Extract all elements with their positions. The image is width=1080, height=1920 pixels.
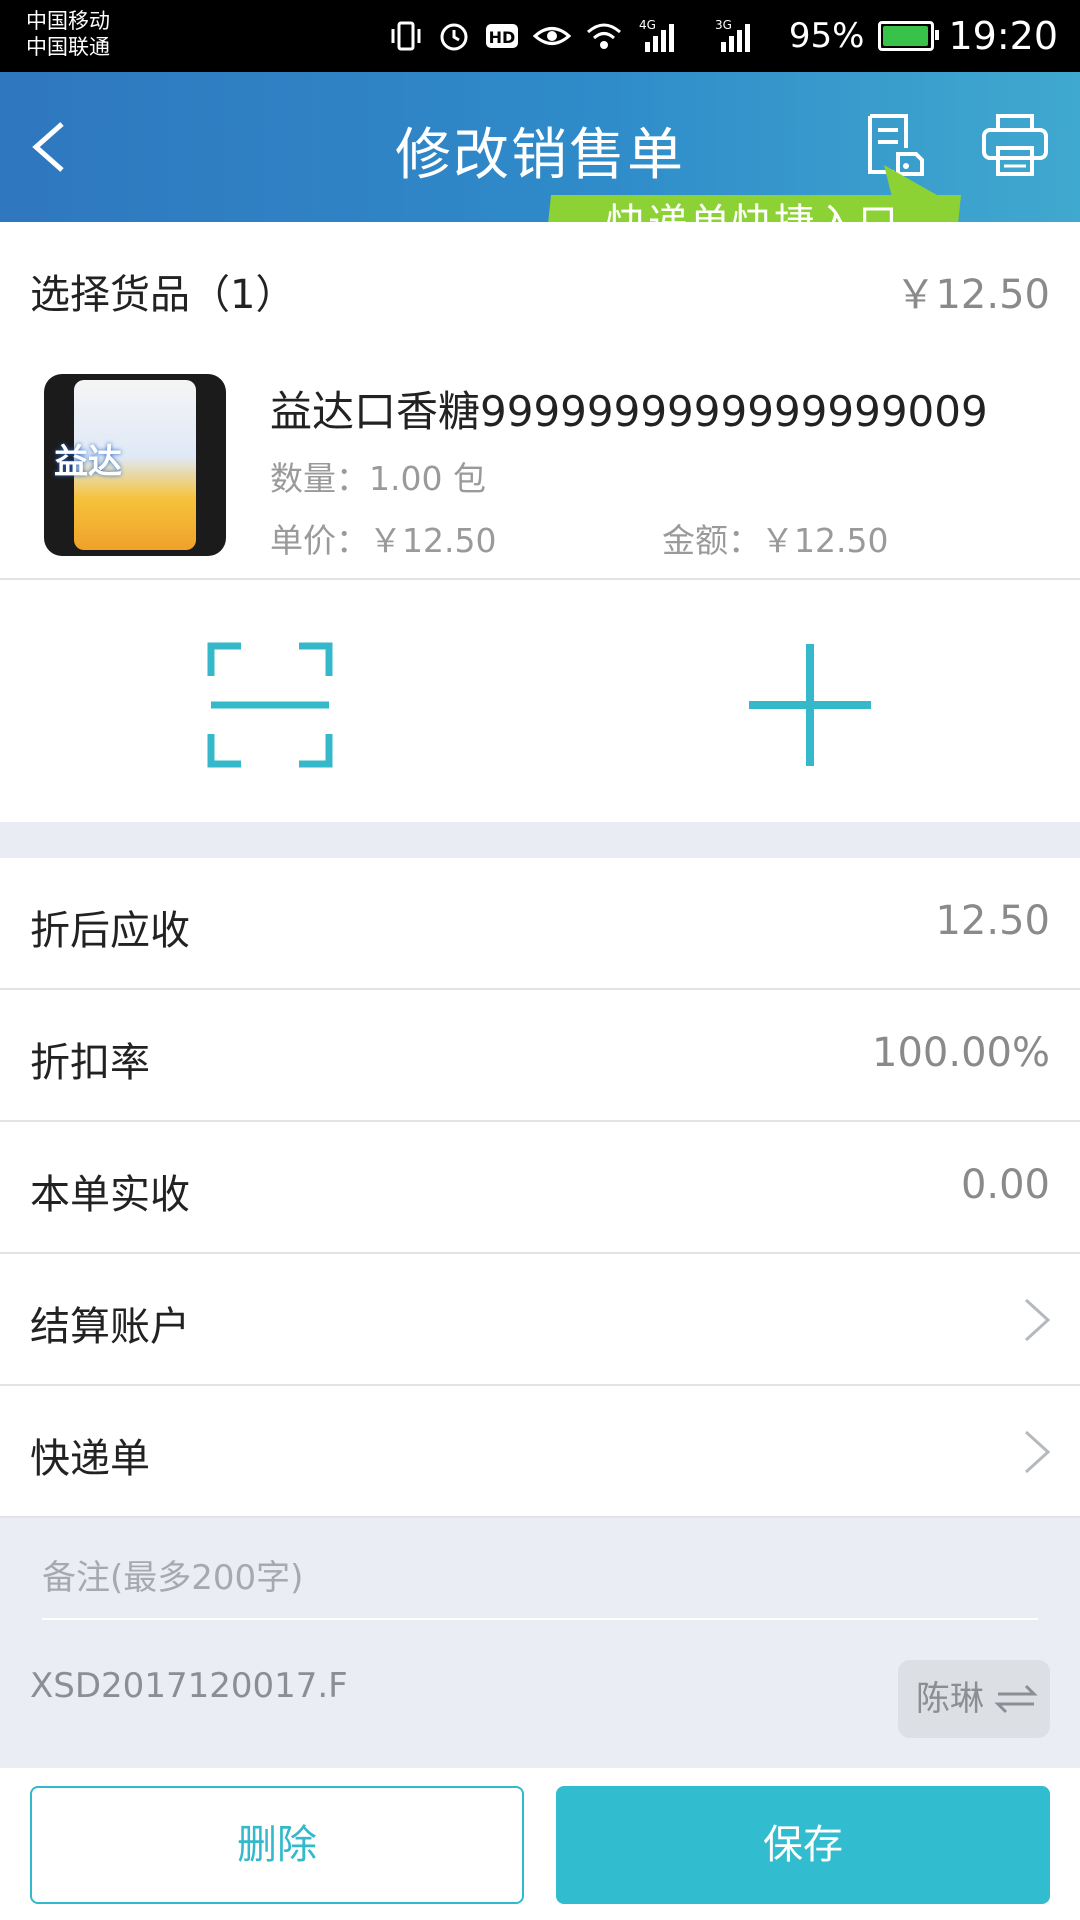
eye-icon <box>532 21 571 51</box>
status-icons: HD 4G 3G 95% 19:20 <box>389 10 1058 62</box>
battery-percent: 95% <box>788 16 865 56</box>
remark-section: 备注(最多200字) XSD2017120017.F 陈琳 <box>0 1518 1080 1768</box>
goods-total: ￥12.50 <box>895 272 1050 318</box>
printer-icon <box>982 114 1048 176</box>
svg-text:HD: HD <box>489 28 516 47</box>
swap-icon <box>994 1684 1038 1714</box>
vibrate-icon <box>389 19 423 53</box>
settlement-account-row[interactable]: 结算账户 <box>0 1254 1080 1386</box>
chevron-right-icon <box>1024 1430 1051 1474</box>
actual-received-value[interactable]: 0.00 <box>961 1162 1050 1208</box>
save-button[interactable]: 保存 <box>556 1786 1050 1904</box>
chevron-right-icon <box>1024 1298 1051 1342</box>
footer-actions: 删除 保存 <box>0 1768 1080 1920</box>
express-row[interactable]: 快递单 <box>0 1386 1080 1518</box>
carrier-1: 中国移动 <box>26 9 110 33</box>
signal-icon: 4G <box>637 16 699 56</box>
express-label: 快递单 <box>30 1436 150 1482</box>
alarm-icon <box>437 19 471 53</box>
print-button[interactable] <box>980 112 1050 178</box>
carrier-info: 中国移动 中国联通 <box>26 8 110 60</box>
delete-button[interactable]: 删除 <box>30 1786 524 1904</box>
carrier-2: 中国联通 <box>26 35 110 59</box>
add-goods-button[interactable] <box>745 640 875 770</box>
discount-rate-row[interactable]: 折扣率 100.00% <box>0 990 1080 1122</box>
network-type-2: 3G <box>715 18 732 32</box>
product-image-brand: 益达 <box>54 442 122 482</box>
scan-button[interactable] <box>205 640 335 770</box>
settlement-account-label: 结算账户 <box>30 1304 190 1350</box>
discounted-receivable-row: 折后应收 12.50 <box>0 858 1080 990</box>
clock: 19:20 <box>948 14 1058 58</box>
select-goods-label: 选择货品（1） <box>30 272 296 318</box>
product-amount: 金额：￥12.50 <box>662 521 889 560</box>
product-item[interactable]: 益达 益达口香糖9999999999999999009 数量：1.00 包 单价… <box>0 352 1080 580</box>
actual-received-label: 本单实收 <box>30 1172 190 1218</box>
product-image: 益达 <box>44 374 226 556</box>
product-name: 益达口香糖9999999999999999009 <box>270 387 988 436</box>
scan-icon <box>207 642 333 768</box>
discount-rate-value[interactable]: 100.00% <box>872 1030 1050 1076</box>
salesperson-name: 陈琳 <box>916 1679 984 1719</box>
select-goods-row[interactable]: 选择货品（1） ￥12.50 <box>0 222 1080 354</box>
wifi-icon <box>585 20 623 52</box>
remark-input[interactable]: 备注(最多200字) <box>42 1552 1038 1620</box>
hd-icon: HD <box>485 21 519 51</box>
discounted-receivable-label: 折后应收 <box>30 908 190 954</box>
discount-rate-label: 折扣率 <box>30 1040 150 1086</box>
network-type-1: 4G <box>639 18 656 32</box>
product-unit-price: 单价：￥12.50 <box>270 521 497 560</box>
battery-icon <box>878 21 940 51</box>
goods-actions <box>0 580 1080 820</box>
actual-received-row[interactable]: 本单实收 0.00 <box>0 1122 1080 1254</box>
salesperson-switch[interactable]: 陈琳 <box>898 1660 1050 1738</box>
discounted-receivable-value: 12.50 <box>935 898 1050 944</box>
plus-icon <box>749 644 871 766</box>
status-bar: 中国移动 中国联通 HD 4G 3G 95% 19:20 <box>0 0 1080 72</box>
section-divider <box>0 822 1080 858</box>
order-number: XSD2017120017.F <box>30 1666 348 1706</box>
product-quantity: 数量：1.00 包 <box>270 459 486 498</box>
signal-icon-2: 3G <box>713 16 775 56</box>
